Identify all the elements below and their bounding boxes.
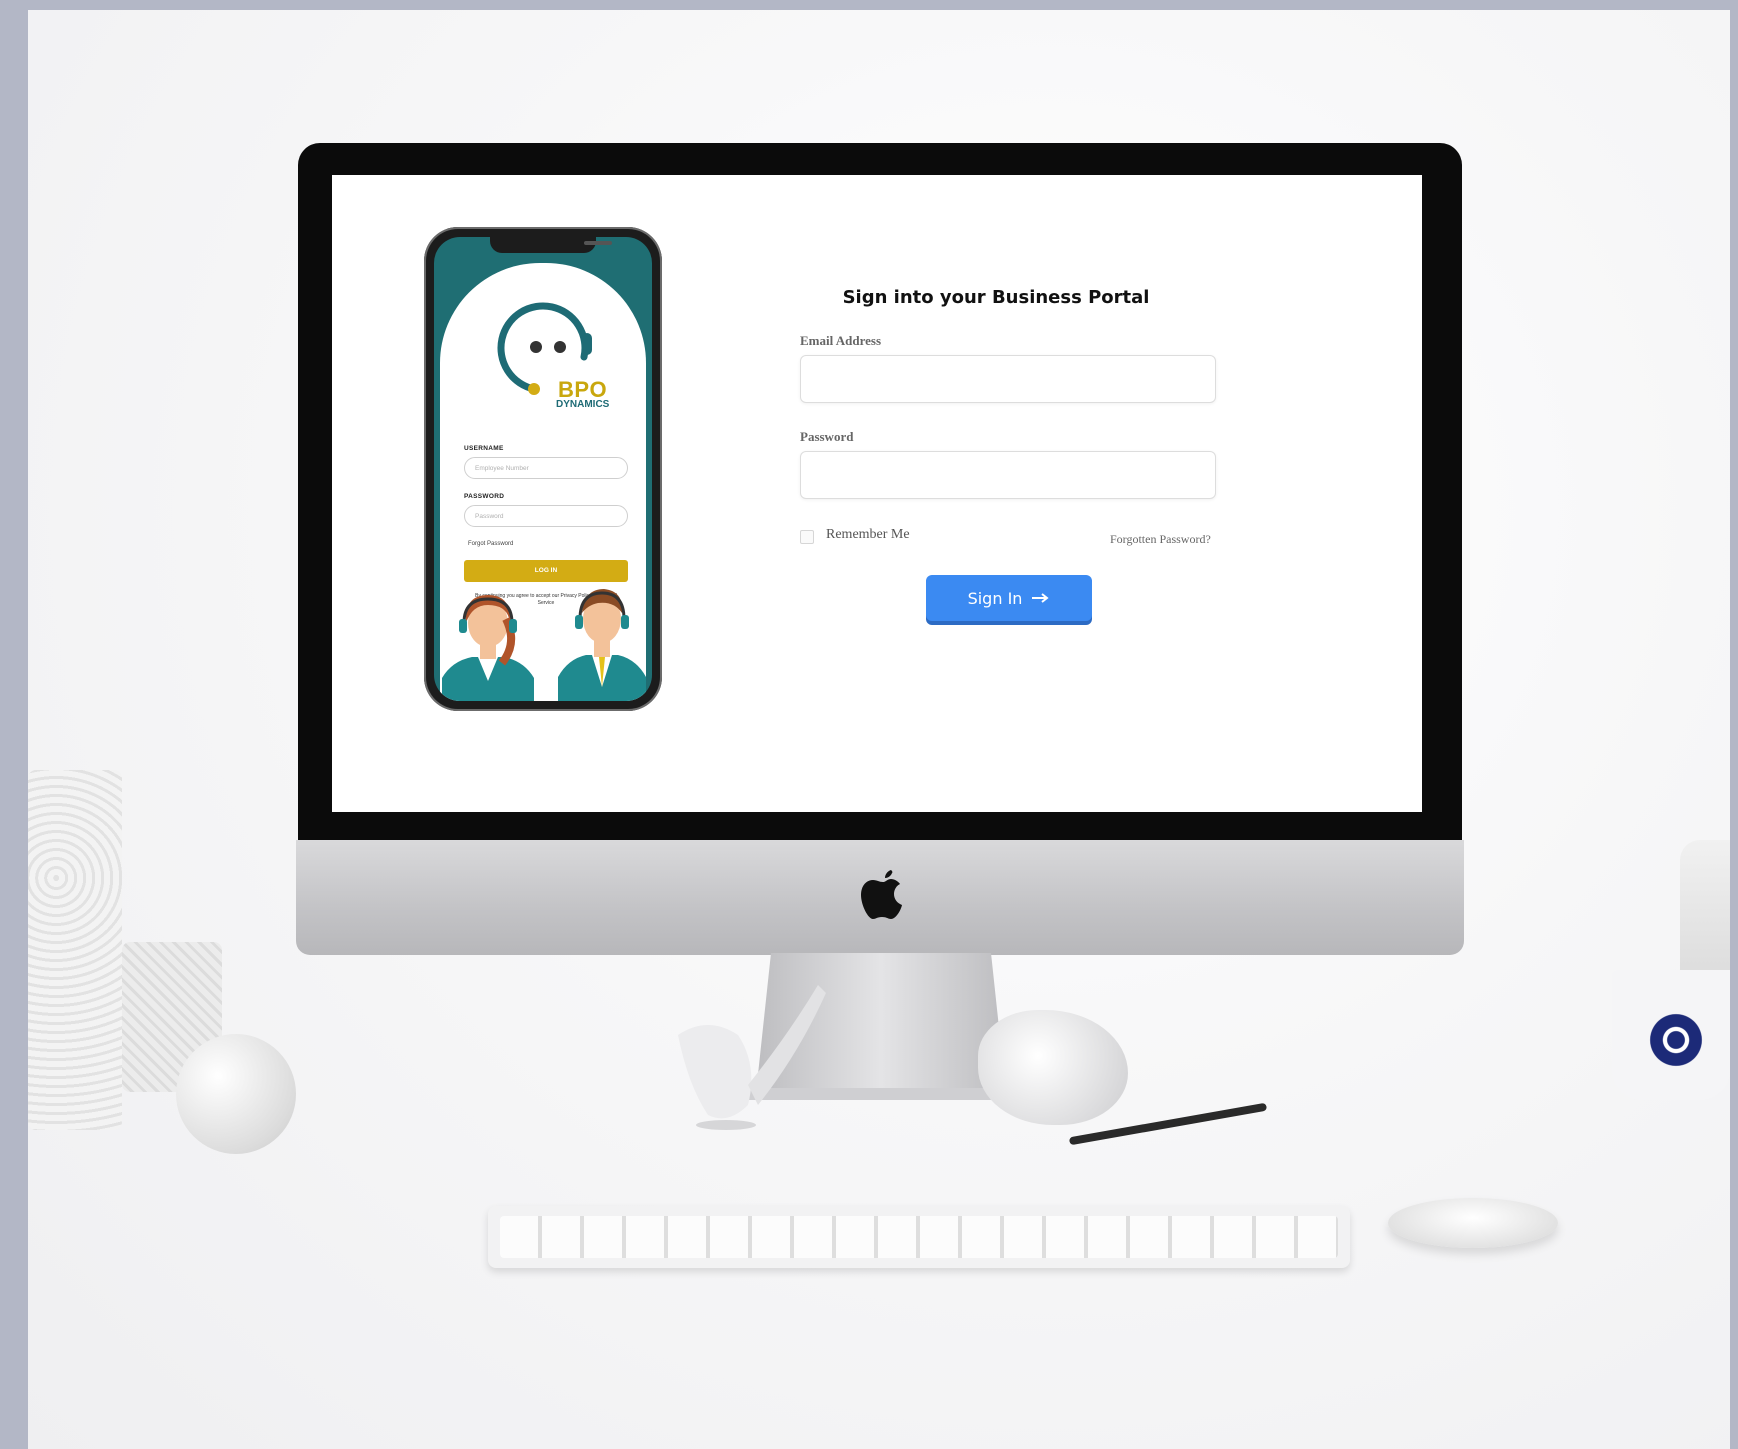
phone-password-label: PASSWORD [464, 493, 505, 500]
phone-username-input[interactable]: Employee Number [464, 457, 628, 479]
password-label: Password [800, 429, 854, 444]
remember-me-checkbox[interactable] [800, 530, 814, 544]
email-label: Email Address [800, 333, 882, 348]
remember-me-label[interactable]: Remember Me [826, 527, 910, 543]
monitor-screen: BPO DYNAMICS USERNAME Employee Number PA… [332, 175, 1422, 812]
cup-flower-pattern [1646, 1010, 1706, 1070]
female-agent-illustration [442, 595, 534, 701]
pitcher-decor [1680, 840, 1730, 980]
phone-login-card: BPO DYNAMICS USERNAME Employee Number PA… [440, 263, 646, 701]
sign-in-button[interactable]: Sign In [926, 575, 1092, 621]
glass-orb-decor [176, 1034, 296, 1154]
bird-figurine-decor [678, 985, 826, 1130]
password-input[interactable] [800, 451, 1216, 499]
crumpled-paper-decor [978, 1010, 1128, 1125]
forgotten-password-link[interactable]: Forgotten Password? [1110, 532, 1211, 547]
portal-title: Sign into your Business Portal [842, 287, 1150, 308]
mouse [1388, 1198, 1558, 1248]
phone-speaker [584, 241, 612, 245]
male-agent-illustration [558, 589, 646, 701]
arrow-right-icon [1032, 593, 1050, 603]
phone-screen: BPO DYNAMICS USERNAME Employee Number PA… [434, 237, 652, 701]
email-input[interactable] [800, 355, 1216, 403]
tall-vase-decor [28, 770, 122, 1130]
apple-logo-icon [861, 870, 902, 919]
brand-dynamics-text: DYNAMICS [556, 399, 610, 410]
phone-mockup: BPO DYNAMICS USERNAME Employee Number PA… [424, 227, 662, 711]
phone-password-input[interactable]: Password [464, 505, 628, 527]
keyboard-keys [500, 1216, 1338, 1258]
phone-notch [490, 237, 612, 253]
keyboard [488, 1206, 1350, 1268]
phone-username-label: USERNAME [464, 445, 504, 452]
sign-in-label: Sign In [967, 588, 1023, 608]
phone-forgot-link[interactable]: Forgot Password [468, 541, 513, 547]
desk-scene: BPO DYNAMICS USERNAME Employee Number PA… [28, 10, 1730, 1449]
